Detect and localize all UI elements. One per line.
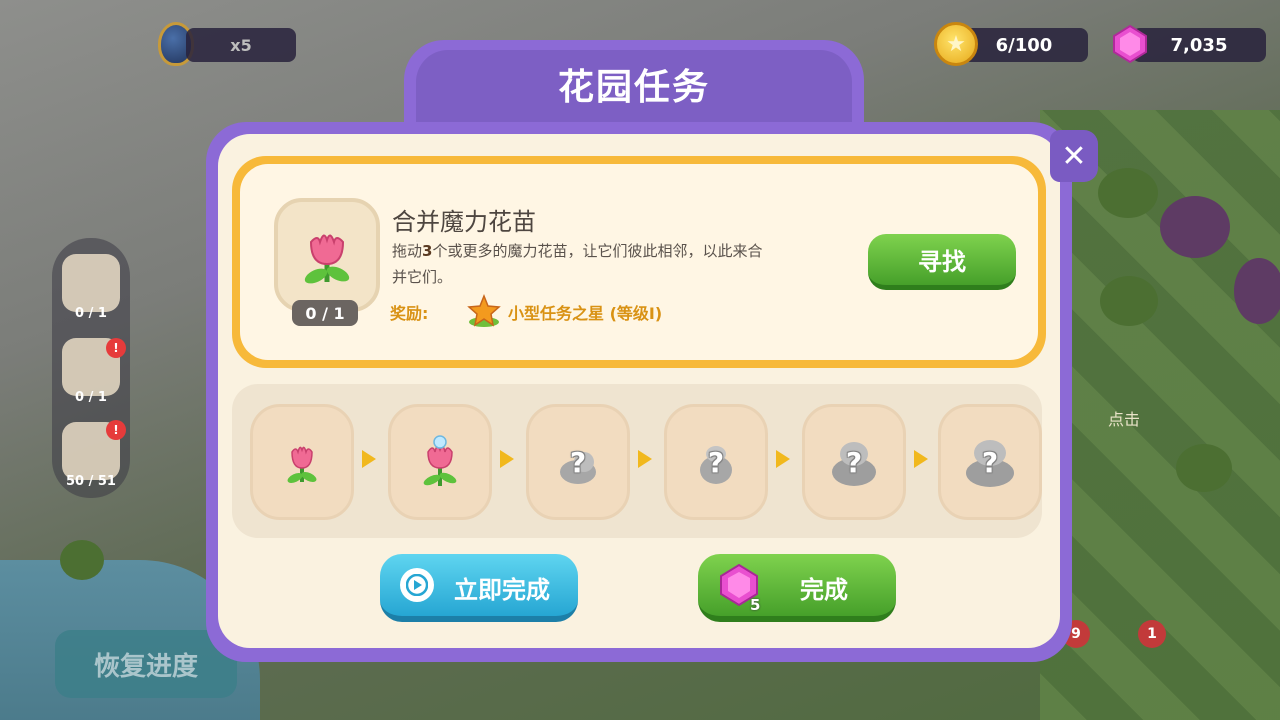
chain-item-locked[interactable]: ?	[526, 404, 630, 520]
complete-label: 完成	[800, 576, 848, 604]
question-mark: ?	[845, 445, 863, 479]
alert-badge: !	[106, 338, 126, 358]
task-name: 合并魔力花苗	[392, 208, 536, 236]
count-badge: 1	[1138, 620, 1166, 648]
chain-arrow-icon	[500, 450, 514, 468]
question-mark: ?	[569, 445, 587, 479]
close-icon[interactable]: ✕	[1050, 130, 1098, 182]
chain-arrow-icon	[362, 450, 376, 468]
desc-text: 个或更多的魔力花苗，让它们彼此相邻，以此来合并它们。	[392, 242, 763, 286]
chain-arrow-icon	[914, 450, 928, 468]
purple-plant	[1160, 196, 1230, 258]
tulip-icon	[304, 234, 350, 284]
side-task-progress: 0 / 1	[75, 306, 107, 321]
alert-badge: !	[106, 420, 126, 440]
task-progress: 0 / 1	[292, 300, 358, 326]
dialog-title: 花园任务	[557, 67, 710, 108]
desc-number: 3	[422, 242, 433, 260]
complete-cost: 5	[750, 596, 761, 614]
bush	[1100, 276, 1158, 326]
chain-arrow-icon	[776, 450, 790, 468]
click-hint-label: 点击	[1108, 410, 1141, 429]
bush	[1098, 168, 1158, 218]
star-icon	[466, 293, 502, 328]
reward-name: 小型任务之星 (等级I)	[508, 304, 663, 323]
reward-label: 奖励:	[390, 304, 429, 323]
palm-tree	[60, 540, 104, 580]
chain-item-locked[interactable]: ?	[938, 404, 1042, 520]
play-icon	[400, 568, 434, 602]
side-task-flower[interactable]	[62, 254, 120, 312]
question-mark: ?	[707, 445, 725, 479]
coin-icon: ★	[934, 22, 978, 66]
egg-counter: x5	[186, 28, 296, 62]
glowing-tulip-icon	[423, 435, 457, 486]
chain-arrow-icon	[638, 450, 652, 468]
find-button[interactable]: 寻找	[868, 234, 1016, 290]
chain-item-tulip-glow[interactable]	[388, 404, 492, 520]
desc-text: 拖动	[392, 242, 423, 260]
gem-counter[interactable]: 7,035	[1132, 28, 1266, 62]
chain-item-tulip[interactable]	[250, 404, 354, 520]
bush	[1176, 444, 1232, 492]
side-task-progress: 0 / 1	[75, 390, 107, 405]
purple-plant	[1234, 258, 1280, 324]
coin-counter[interactable]: 6/100	[960, 28, 1088, 62]
task-description: 拖动3个或更多的魔力花苗，让它们彼此相邻，以此来合并它们。	[392, 238, 772, 290]
chain-item-locked[interactable]: ?	[664, 404, 768, 520]
gem-icon	[1110, 24, 1150, 64]
task-item-slot	[274, 198, 380, 312]
chain-item-locked[interactable]: ?	[802, 404, 906, 520]
tulip-icon	[287, 446, 317, 483]
instant-complete-label: 立即完成	[454, 576, 550, 604]
side-task-progress: 50 / 51	[66, 474, 116, 489]
question-mark: ?	[981, 445, 999, 479]
